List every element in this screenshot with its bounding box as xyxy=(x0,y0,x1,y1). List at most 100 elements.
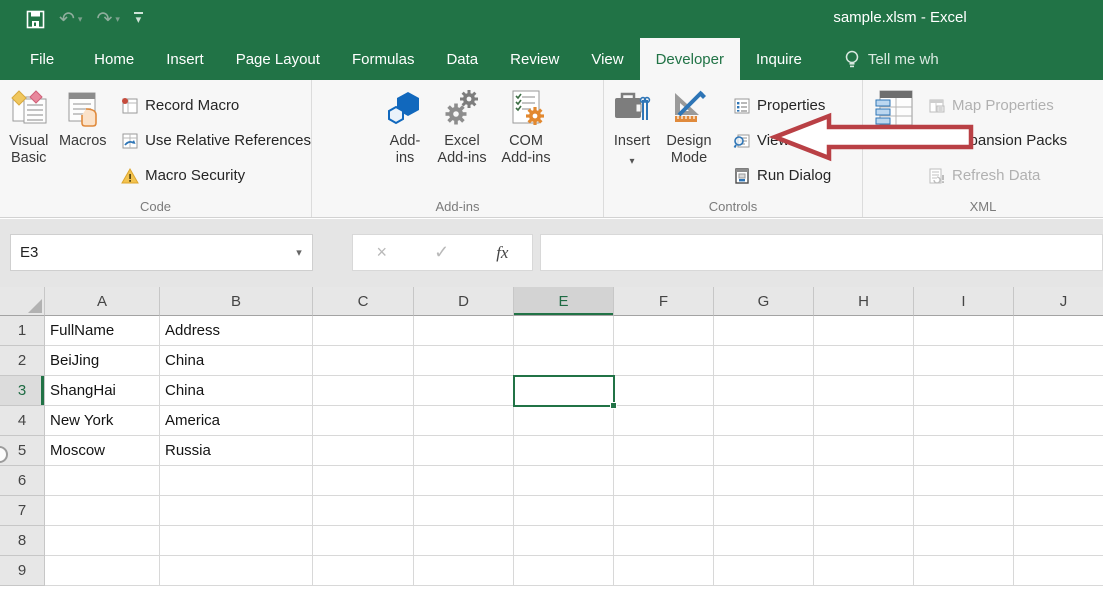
tab-page-layout[interactable]: Page Layout xyxy=(220,38,336,80)
cell-B2[interactable]: China xyxy=(160,346,313,376)
cell-D4[interactable] xyxy=(414,406,514,436)
cell-J4[interactable] xyxy=(1014,406,1103,436)
column-header-E[interactable]: E xyxy=(514,287,614,316)
cell-D5[interactable] xyxy=(414,436,514,466)
column-header-J[interactable]: J xyxy=(1014,287,1103,316)
redo-button[interactable]: ↷ ▾ xyxy=(96,10,119,29)
cell-B8[interactable] xyxy=(160,526,313,556)
row-header-9[interactable]: 9 xyxy=(0,556,45,586)
formula-input[interactable] xyxy=(540,234,1103,271)
tab-view[interactable]: View xyxy=(575,38,639,80)
cell-C7[interactable] xyxy=(313,496,414,526)
design-mode-button[interactable]: Design Mode xyxy=(658,87,720,167)
row-header-4[interactable]: 4 xyxy=(0,406,45,436)
cell-F4[interactable] xyxy=(614,406,714,436)
cell-E1[interactable] xyxy=(514,316,614,346)
column-header-H[interactable]: H xyxy=(814,287,914,316)
cell-E4[interactable] xyxy=(514,406,614,436)
cell-G8[interactable] xyxy=(714,526,814,556)
cell-H4[interactable] xyxy=(814,406,914,436)
cell-J5[interactable] xyxy=(1014,436,1103,466)
cell-C9[interactable] xyxy=(313,556,414,586)
cell-D1[interactable] xyxy=(414,316,514,346)
cell-I6[interactable] xyxy=(914,466,1014,496)
cell-D2[interactable] xyxy=(414,346,514,376)
cell-G3[interactable] xyxy=(714,376,814,406)
insert-function-icon[interactable]: fx xyxy=(496,243,508,263)
cell-F3[interactable] xyxy=(614,376,714,406)
cell-B1[interactable]: Address xyxy=(160,316,313,346)
cell-F8[interactable] xyxy=(614,526,714,556)
cell-G4[interactable] xyxy=(714,406,814,436)
add-ins-button[interactable]: Add-ins xyxy=(381,87,429,167)
cell-D6[interactable] xyxy=(414,466,514,496)
cell-G9[interactable] xyxy=(714,556,814,586)
row-header-3[interactable]: 3 xyxy=(0,376,45,406)
macro-security-button[interactable]: Macro Security xyxy=(121,158,311,193)
cell-I5[interactable] xyxy=(914,436,1014,466)
cell-E6[interactable] xyxy=(514,466,614,496)
tell-me-box[interactable]: Tell me wh xyxy=(844,38,939,80)
cell-F9[interactable] xyxy=(614,556,714,586)
cell-C3[interactable] xyxy=(313,376,414,406)
column-header-G[interactable]: G xyxy=(714,287,814,316)
cell-I4[interactable] xyxy=(914,406,1014,436)
name-box[interactable]: E3 ▾ xyxy=(10,234,313,271)
cell-J6[interactable] xyxy=(1014,466,1103,496)
cell-I9[interactable] xyxy=(914,556,1014,586)
cell-A2[interactable]: BeiJing xyxy=(45,346,160,376)
save-icon[interactable] xyxy=(26,10,45,29)
cell-A6[interactable] xyxy=(45,466,160,496)
tab-formulas[interactable]: Formulas xyxy=(336,38,431,80)
fill-handle[interactable] xyxy=(610,402,617,409)
cell-H3[interactable] xyxy=(814,376,914,406)
cell-J1[interactable] xyxy=(1014,316,1103,346)
row-header-2[interactable]: 2 xyxy=(0,346,45,376)
redo-caret-icon[interactable]: ▾ xyxy=(115,14,120,25)
cell-C8[interactable] xyxy=(313,526,414,556)
cell-D9[interactable] xyxy=(414,556,514,586)
cell-D3[interactable] xyxy=(414,376,514,406)
cell-C6[interactable] xyxy=(313,466,414,496)
cell-H7[interactable] xyxy=(814,496,914,526)
cell-C1[interactable] xyxy=(313,316,414,346)
cell-J2[interactable] xyxy=(1014,346,1103,376)
cell-A7[interactable] xyxy=(45,496,160,526)
visual-basic-button[interactable]: Visual Basic xyxy=(6,87,51,167)
cell-A5[interactable]: Moscow xyxy=(45,436,160,466)
cell-F2[interactable] xyxy=(614,346,714,376)
tab-developer[interactable]: Developer xyxy=(640,38,740,80)
cell-C2[interactable] xyxy=(313,346,414,376)
customize-qat-icon[interactable]: ▾ xyxy=(134,12,143,26)
select-all-corner[interactable] xyxy=(0,287,45,316)
cell-J3[interactable] xyxy=(1014,376,1103,406)
insert-control-button[interactable]: Insert ▾ xyxy=(608,87,656,170)
cell-J8[interactable] xyxy=(1014,526,1103,556)
column-header-A[interactable]: A xyxy=(45,287,160,316)
undo-button[interactable]: ↶ ▾ xyxy=(59,10,82,29)
cell-J7[interactable] xyxy=(1014,496,1103,526)
row-header-1[interactable]: 1 xyxy=(0,316,45,346)
cell-G5[interactable] xyxy=(714,436,814,466)
undo-caret-icon[interactable]: ▾ xyxy=(78,14,83,25)
cell-B4[interactable]: America xyxy=(160,406,313,436)
cell-H1[interactable] xyxy=(814,316,914,346)
cell-A3[interactable]: ShangHai xyxy=(45,376,160,406)
cell-C5[interactable] xyxy=(313,436,414,466)
cell-F5[interactable] xyxy=(614,436,714,466)
cell-G1[interactable] xyxy=(714,316,814,346)
cell-E3[interactable] xyxy=(514,376,614,406)
cell-E2[interactable] xyxy=(514,346,614,376)
cell-H8[interactable] xyxy=(814,526,914,556)
column-header-D[interactable]: D xyxy=(414,287,514,316)
cell-E8[interactable] xyxy=(514,526,614,556)
excel-add-ins-button[interactable]: Excel Add-ins xyxy=(431,87,493,167)
cell-G7[interactable] xyxy=(714,496,814,526)
macros-button[interactable]: Macros xyxy=(53,87,112,150)
cell-G6[interactable] xyxy=(714,466,814,496)
cell-I3[interactable] xyxy=(914,376,1014,406)
row-header-6[interactable]: 6 xyxy=(0,466,45,496)
column-header-B[interactable]: B xyxy=(160,287,313,316)
cell-H6[interactable] xyxy=(814,466,914,496)
tab-insert[interactable]: Insert xyxy=(150,38,220,80)
